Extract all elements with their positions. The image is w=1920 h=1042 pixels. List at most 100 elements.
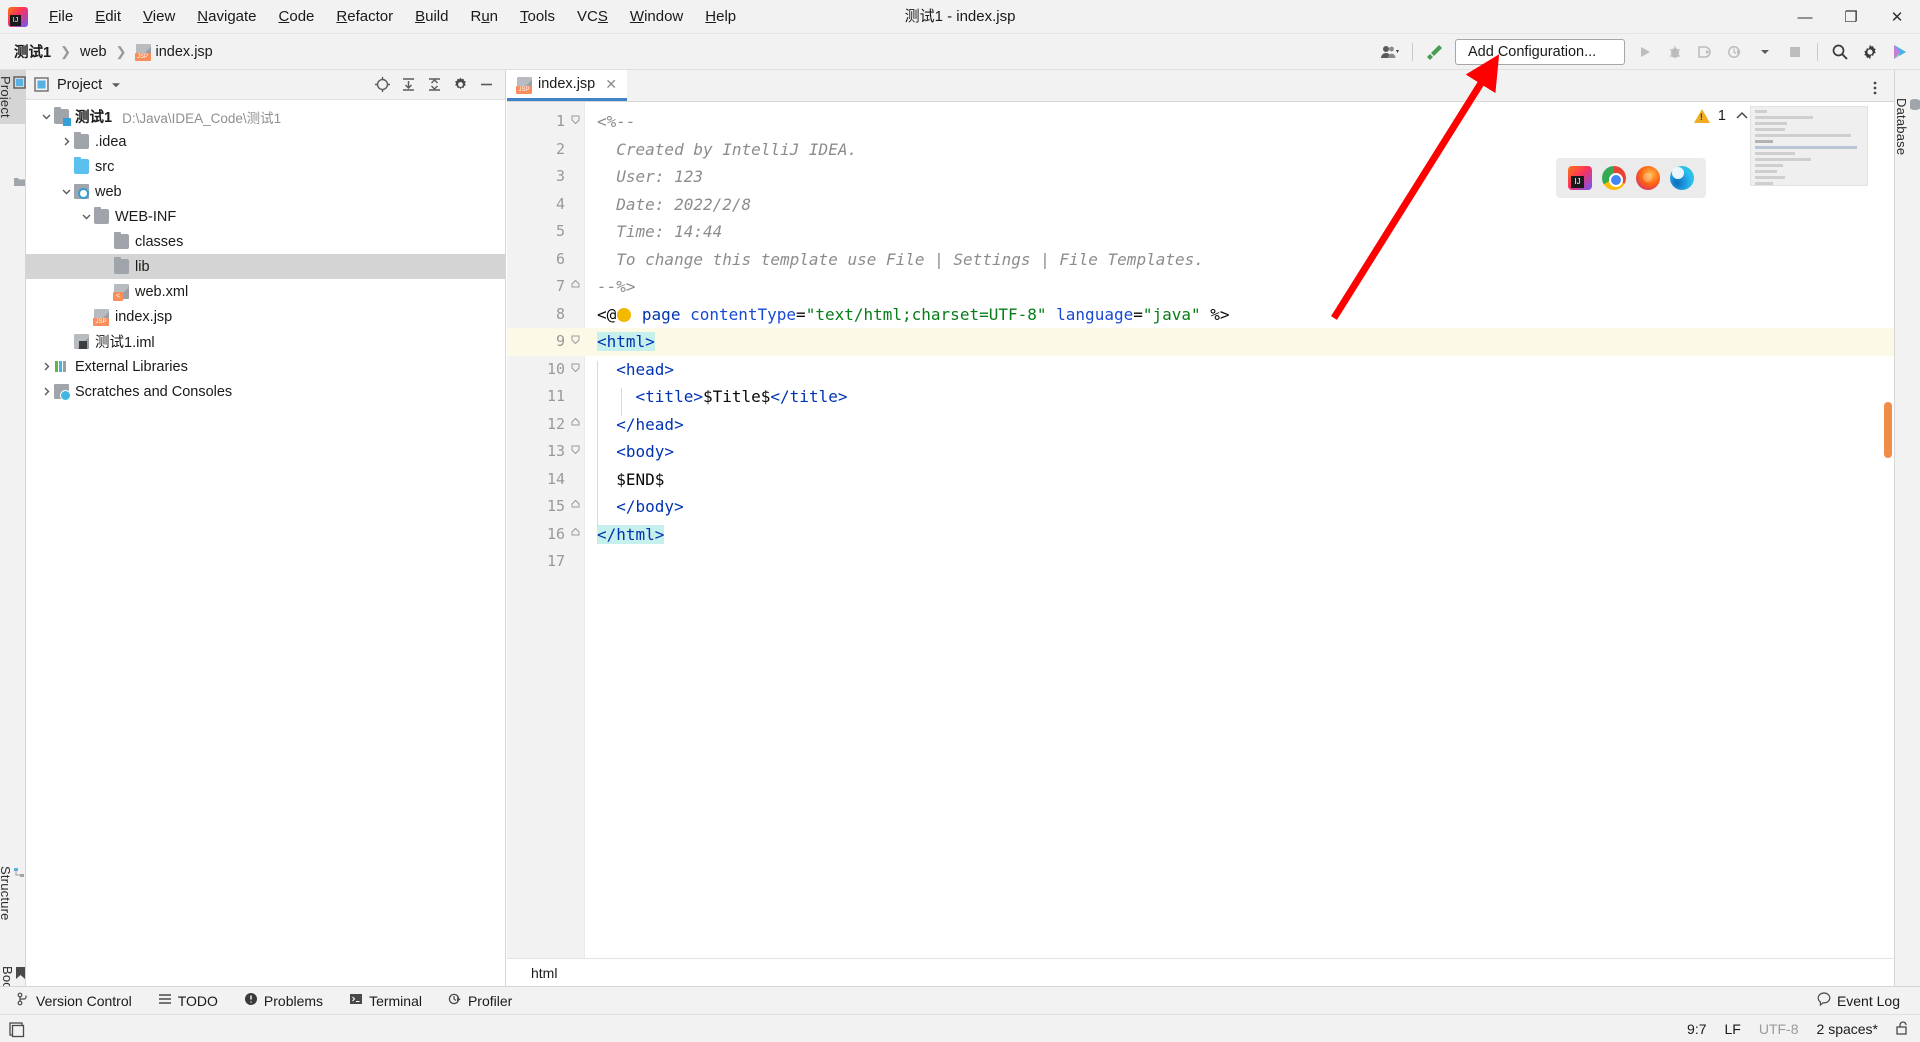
fold-marker-icon[interactable] [565,493,585,521]
code-line-13[interactable]: 13 <body> [507,438,1894,466]
debug-icon[interactable] [1661,38,1689,66]
tree-node-WEB-INF[interactable]: WEB-INF [26,204,505,229]
line-number[interactable]: 5 [507,218,565,246]
editor-scrollbar-thumb[interactable] [1884,402,1892,458]
chevron-down-icon[interactable] [78,209,94,225]
tree-node-classes[interactable]: classes [26,229,505,254]
tree-node-src[interactable]: src [26,154,505,179]
fold-marker-icon[interactable] [565,438,585,466]
menu-item-build[interactable]: Build [404,4,459,29]
tree-node-web-xml[interactable]: web.xml [26,279,505,304]
line-number[interactable]: 7 [507,273,565,301]
collapse-all-icon[interactable] [421,72,447,98]
edge-browser-icon[interactable] [1670,166,1694,190]
line-number[interactable]: 4 [507,191,565,219]
fold-marker-icon[interactable] [565,108,585,136]
code-editor[interactable]: 1 <%-- 2 Created by IntelliJ IDEA. 3 User: … [507,102,1894,958]
code-line-17[interactable]: 17 [507,548,1894,576]
project-tree[interactable]: 测试1 D:\Java\IDEA_Code\测试1 .idea src web WEB-I… [26,100,505,404]
tree-node-index-jsp[interactable]: index.jsp [26,304,505,329]
updates-icon[interactable] [1886,38,1914,66]
menu-item-tools[interactable]: Tools [509,4,566,29]
breadcrumb[interactable]: 测试1 ❯ web ❯ index.jsp [0,39,217,64]
fold-marker-icon[interactable] [565,356,585,384]
code-line-5[interactable]: 5 Time: 14:44 [507,218,1894,246]
chrome-browser-icon[interactable] [1602,166,1626,190]
menu-item-help[interactable]: Help [694,4,747,29]
more-vertical-icon[interactable] [1862,75,1888,101]
close-icon[interactable]: ✕ [605,76,617,93]
line-number[interactable]: 3 [507,163,565,191]
line-number[interactable]: 9 [507,328,565,356]
maximize-button[interactable]: ❐ [1828,0,1874,34]
line-separator[interactable]: LF [1725,1021,1741,1037]
file-encoding[interactable]: UTF-8 [1759,1021,1799,1037]
fold-marker-icon[interactable] [565,411,585,439]
intellij-browser-icon[interactable] [1568,166,1592,190]
editor-breadcrumb-footer[interactable]: html [507,958,1894,986]
code-line-15[interactable]: 15 </body> [507,493,1894,521]
menu-item-navigate[interactable]: Navigate [186,4,267,29]
profile-icon[interactable] [1721,38,1749,66]
tree-node-web[interactable]: web [26,179,505,204]
bottom-tab-todo[interactable]: TODO [148,989,228,1012]
editor-tab-index-jsp[interactable]: index.jsp ✕ [507,70,627,101]
code-line-1[interactable]: 1 <%-- [507,108,1894,136]
menu-item-view[interactable]: View [132,4,186,29]
search-everywhere-icon[interactable] [1826,38,1854,66]
code-line-10[interactable]: 10 <head> [507,356,1894,384]
browser-preview-popup[interactable] [1556,158,1706,198]
breadcrumb-item-web[interactable]: web [76,42,111,62]
line-number[interactable]: 2 [507,136,565,164]
settings-gear-icon[interactable] [1856,38,1884,66]
code-line-9[interactable]: 9 <html> [507,328,1894,356]
code-line-16[interactable]: 16 </html> [507,521,1894,549]
stop-icon[interactable] [1781,38,1809,66]
chevron-right-icon[interactable] [38,359,54,375]
chevron-right-icon[interactable] [38,384,54,400]
line-number[interactable]: 10 [507,356,565,384]
menu-item-edit[interactable]: Edit [84,4,132,29]
breadcrumb-item-测试1[interactable]: 测试1 [10,39,55,64]
firefox-browser-icon[interactable] [1636,166,1660,190]
line-number[interactable]: 12 [507,411,565,439]
run-icon[interactable] [1631,38,1659,66]
bottom-tab-terminal[interactable]: Terminal [339,989,432,1012]
line-number[interactable]: 6 [507,246,565,274]
code-minimap[interactable] [1750,106,1868,186]
line-number[interactable]: 15 [507,493,565,521]
chevron-right-icon[interactable] [58,134,74,150]
layout-icon[interactable] [8,1020,26,1038]
tree-node-lib[interactable]: lib [26,254,505,279]
line-number[interactable]: 8 [507,301,565,329]
bottom-tab-problems[interactable]: Problems [234,989,333,1012]
code-line-6[interactable]: 6 To change this template use File | Set… [507,246,1894,274]
fold-marker-icon[interactable] [565,521,585,549]
line-number[interactable]: 13 [507,438,565,466]
line-number[interactable]: 1 [507,108,565,136]
add-configuration-button[interactable]: Add Configuration... [1455,39,1625,65]
menu-item-vcs[interactable]: VCS [566,4,619,29]
code-line-7[interactable]: 7 --%> [507,273,1894,301]
project-folder-icon[interactable] [0,170,26,198]
user-accounts-icon[interactable] [1376,38,1404,66]
chevron-down-icon[interactable] [58,184,74,200]
menu-item-run[interactable]: Run [459,4,509,29]
minimize-button[interactable]: — [1782,0,1828,34]
event-log-button[interactable]: Event Log [1807,989,1910,1012]
hide-icon[interactable] [473,72,499,98]
fold-marker-icon[interactable] [565,328,585,356]
build-hammer-icon[interactable] [1421,38,1449,66]
tree-node-测试1[interactable]: 测试1 D:\Java\IDEA_Code\测试1 [26,104,505,129]
code-line-14[interactable]: 14 $END$ [507,466,1894,494]
tree-node-测试1-iml[interactable]: 测试1.iml [26,329,505,354]
chevron-down-icon[interactable] [38,109,54,125]
close-button[interactable]: ✕ [1874,0,1920,34]
fold-marker-icon[interactable] [565,273,585,301]
menu-item-file[interactable]: File [38,4,84,29]
code-line-12[interactable]: 12 </head> [507,411,1894,439]
indent-setting[interactable]: 2 spaces* [1817,1021,1878,1037]
chevron-up-icon[interactable] [1734,108,1750,124]
bottom-tab-profiler[interactable]: Profiler [438,989,522,1012]
tree-node-External-Libraries[interactable]: External Libraries [26,354,505,379]
